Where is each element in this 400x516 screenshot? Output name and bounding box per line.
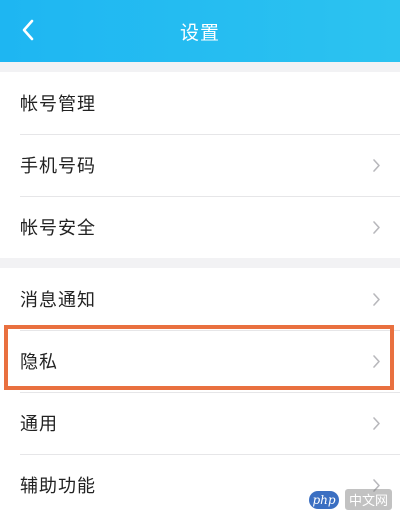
chevron-right-icon — [370, 415, 382, 431]
chevron-right-icon — [370, 219, 382, 235]
settings-item-notifications[interactable]: 消息通知 — [0, 268, 400, 330]
title-bar: 设置 — [0, 0, 400, 62]
settings-item-label: 通用 — [20, 414, 58, 435]
settings-item-label: 手机号码 — [20, 156, 96, 177]
settings-group-account: 帐号管理 手机号码 帐号安全 — [0, 72, 400, 258]
settings-item-account-security[interactable]: 帐号安全 — [0, 196, 400, 258]
settings-item-label: 隐私 — [20, 352, 58, 373]
watermark-text: 中文网 — [344, 489, 392, 510]
watermark-logo: php — [308, 490, 339, 509]
watermark: php 中文网 — [308, 489, 392, 510]
chevron-right-icon — [370, 157, 382, 173]
settings-group-general: 消息通知 隐私 通用 辅助功能 — [0, 268, 400, 516]
page-title: 设置 — [179, 21, 220, 44]
settings-item-privacy[interactable]: 隐私 — [0, 330, 400, 392]
settings-item-label: 帐号安全 — [20, 218, 96, 239]
settings-item-label: 消息通知 — [20, 290, 96, 311]
settings-item-phone-number[interactable]: 手机号码 — [0, 134, 400, 196]
chevron-right-icon — [370, 291, 382, 307]
settings-item-account-management[interactable]: 帐号管理 — [0, 72, 400, 134]
chevron-right-icon — [370, 353, 382, 369]
settings-item-general[interactable]: 通用 — [0, 392, 400, 454]
settings-item-label: 帐号管理 — [20, 94, 96, 115]
